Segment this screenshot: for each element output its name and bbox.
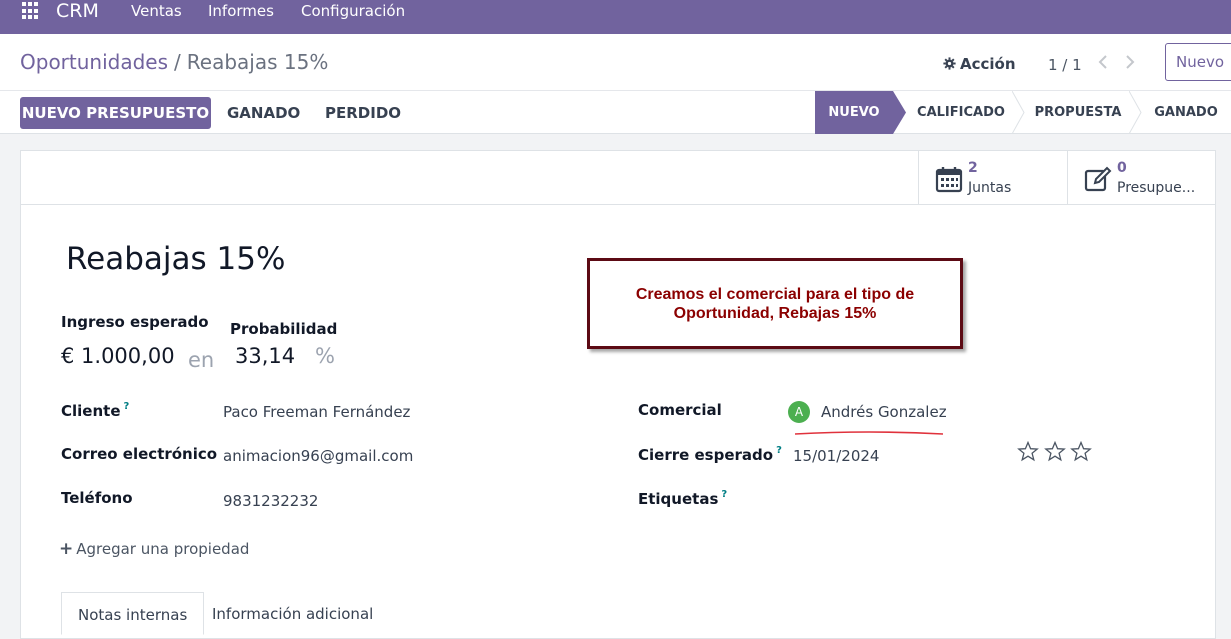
help-tooltip[interactable]: ? (776, 445, 782, 456)
email-field[interactable]: animacion96@gmail.com (223, 447, 413, 465)
deadline-label-text: Cierre esperado (638, 446, 774, 464)
email-label: Correo electrónico (61, 445, 218, 463)
tab-additional-info[interactable]: Información adicional (196, 592, 389, 634)
phone-field[interactable]: 9831232232 (223, 492, 318, 510)
breadcrumb-parent[interactable]: Oportunidades (20, 50, 168, 74)
stage-arrow-active (893, 91, 906, 134)
pager-value[interactable]: 1 / 1 (1048, 56, 1082, 74)
new-button[interactable]: Nuevo (1165, 43, 1231, 81)
action-label: Acción (960, 55, 1016, 73)
customer-field[interactable]: Paco Freeman Fernández (223, 403, 410, 421)
tags-label: Etiquetas? (638, 489, 727, 508)
won-button[interactable]: GANADO (227, 97, 300, 129)
star-icon (1017, 441, 1039, 462)
app-name[interactable]: CRM (56, 0, 99, 22)
deadline-label: Cierre esperado? (638, 445, 782, 464)
red-underline-annotation (795, 431, 943, 435)
tab-internal-notes[interactable]: Notas internas (61, 592, 205, 635)
stage-nuevo[interactable]: NUEVO (815, 91, 893, 134)
quotations-count: 0 (1117, 160, 1127, 176)
menu-informes[interactable]: Informes (208, 2, 274, 20)
avatar: A (788, 401, 810, 423)
control-panel: Oportunidades / Reabajas 15% Acción 1 / 1 … (0, 34, 1231, 134)
menu-ventas[interactable]: Ventas (131, 2, 182, 20)
deadline-field[interactable]: 15/01/2024 (793, 447, 879, 465)
apps-grid-icon[interactable] (22, 2, 40, 20)
calendar-icon (935, 167, 963, 193)
opportunity-title[interactable]: Reabajas 15% (66, 241, 285, 277)
stage-divider (1012, 91, 1025, 134)
plus-icon: + (59, 539, 74, 559)
star-icon (1044, 441, 1066, 462)
breadcrumb: Oportunidades / Reabajas 15% (20, 50, 328, 74)
annotation-callout: Creamos el comercial para el tipo de Opo… (587, 258, 963, 349)
notebook-tabs: Notas internas Información adicional (21, 592, 1215, 639)
stage-divider (1129, 91, 1142, 134)
breadcrumb-separator: / (174, 50, 181, 74)
lost-button[interactable]: PERDIDO (325, 97, 401, 129)
meetings-smart-button[interactable]: 2 Juntas (918, 151, 1068, 205)
stage-calificado[interactable]: CALIFICADO (907, 91, 1015, 134)
probability-label: Probabilidad (230, 320, 338, 338)
add-property-label: Agregar una propiedad (76, 540, 250, 558)
menu-configuracion[interactable]: Configuración (301, 2, 405, 20)
action-button[interactable]: Acción (943, 55, 1016, 73)
gear-icon (943, 57, 956, 70)
tags-label-text: Etiquetas (638, 490, 719, 508)
star-icon (1070, 441, 1092, 462)
priority-stars[interactable] (1017, 441, 1097, 463)
phone-label: Teléfono (61, 489, 133, 507)
breadcrumb-current: Reabajas 15% (186, 50, 329, 74)
salesperson-label: Comercial (638, 401, 722, 419)
chevron-right-icon[interactable] (1120, 52, 1138, 72)
customer-label: Cliente? (61, 401, 129, 420)
callout-line-1: Creamos el comercial para el tipo de (635, 286, 915, 303)
percent-sign: % (315, 344, 335, 368)
salesperson-field[interactable]: Andrés Gonzalez (821, 403, 947, 421)
expected-revenue-label: Ingreso esperado (61, 313, 209, 331)
probability-field[interactable]: 33,14 (235, 344, 295, 368)
status-row: NUEVO PRESUPUESTO GANADO PERDIDO NUEVO C… (0, 90, 1231, 134)
stage-propuesta[interactable]: PROPUESTA (1026, 91, 1130, 134)
stage-ganado[interactable]: GANADO (1143, 91, 1229, 134)
quotations-smart-button[interactable]: 0 Presupue... (1067, 151, 1217, 205)
meetings-label: Juntas (968, 180, 1012, 196)
chevron-left-icon[interactable] (1095, 52, 1113, 72)
form-sheet: 2 Juntas 0 Presupue... Reabajas 15% Ingr… (20, 150, 1216, 639)
expected-revenue-field[interactable]: € 1.000,00 (61, 344, 175, 368)
help-tooltip[interactable]: ? (721, 489, 727, 500)
callout-line-2: Oportunidad, Rebajas 15% (673, 305, 877, 322)
new-quotation-button[interactable]: NUEVO PRESUPUESTO (20, 97, 211, 129)
top-navbar: CRM Ventas Informes Configuración (0, 0, 1231, 34)
callout-text: Creamos el comercial para el tipo de Opo… (590, 285, 960, 323)
edit-icon (1084, 166, 1112, 192)
add-property-button[interactable]: + Agregar una propiedad (59, 539, 249, 559)
customer-label-text: Cliente (61, 402, 121, 420)
in-label: en (188, 348, 215, 372)
quotations-label: Presupue... (1117, 180, 1196, 196)
smart-buttons-bar: 2 Juntas 0 Presupue... (21, 151, 1215, 205)
help-tooltip[interactable]: ? (124, 401, 130, 412)
meetings-count: 2 (968, 160, 978, 176)
